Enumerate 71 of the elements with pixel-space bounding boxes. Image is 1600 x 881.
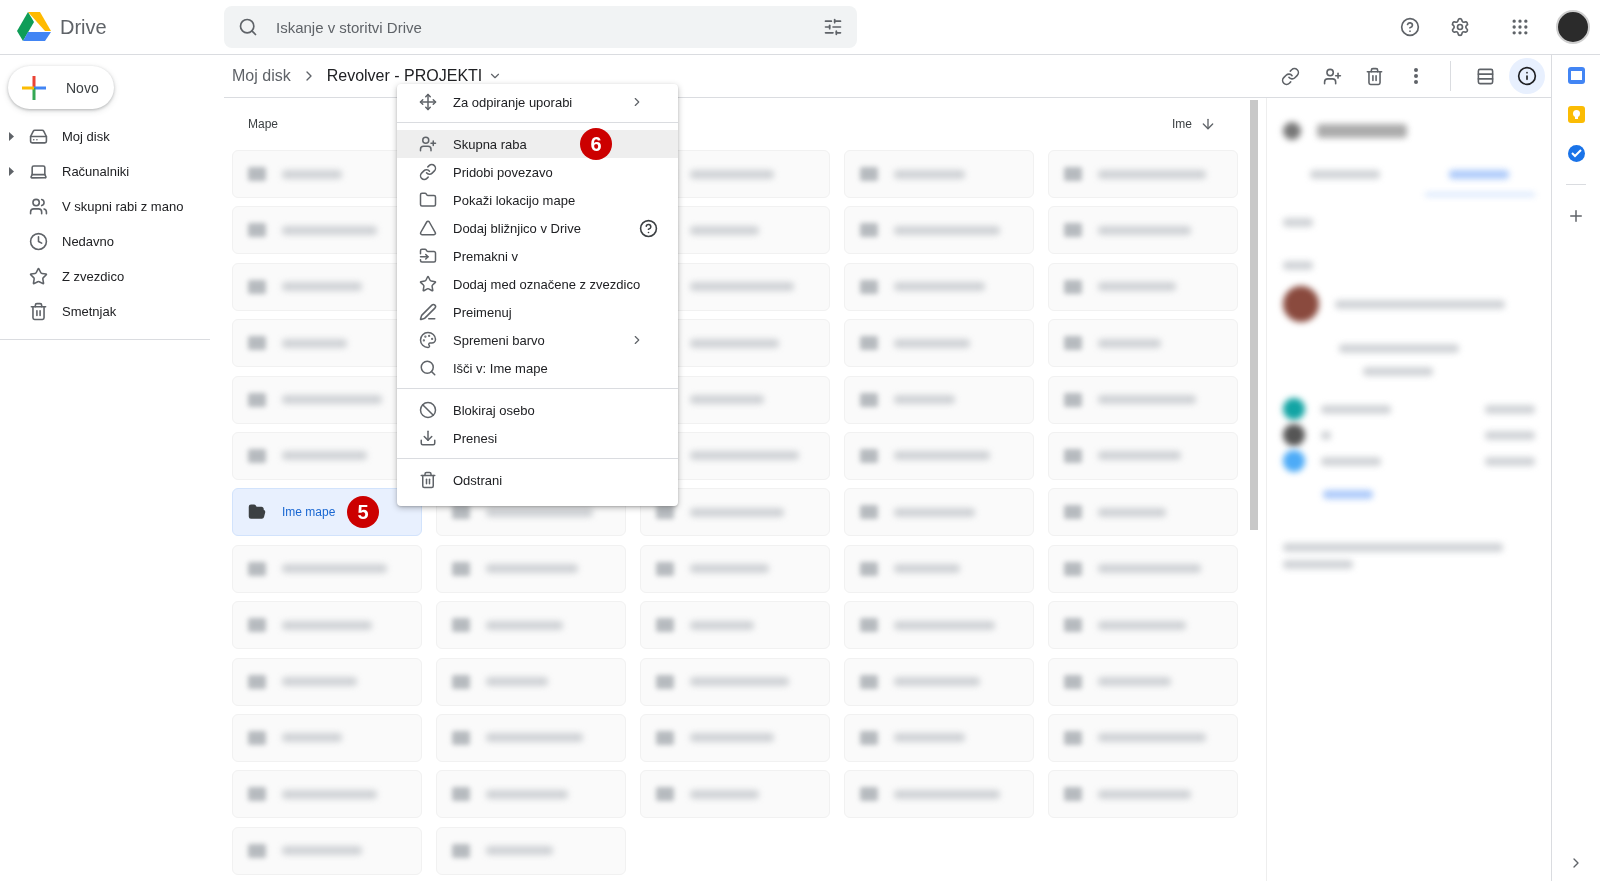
search-field[interactable]: Iskanje v storitvi Drive — [274, 17, 807, 37]
help-icon — [1400, 17, 1420, 37]
step-number: 5 — [347, 496, 379, 529]
trash-icon — [419, 471, 437, 489]
caret-icon[interactable] — [9, 167, 15, 176]
search-icon — [238, 17, 258, 37]
breadcrumb-link[interactable]: Revolver - PROJEKTI — [326, 67, 483, 85]
trash-icon — [1364, 66, 1384, 86]
menu-item[interactable]: Dodaj med označene z zvezdico — [397, 270, 678, 298]
list-icon — [1475, 66, 1495, 86]
sidebar-item[interactable]: Z zvezdico — [0, 259, 210, 294]
settings-icon — [1450, 17, 1470, 37]
download-icon — [419, 429, 437, 447]
add-person-icon — [1322, 66, 1342, 86]
avatar[interactable] — [1556, 10, 1590, 44]
section-heading: Mape — [248, 117, 279, 131]
scrollbar[interactable] — [1250, 100, 1258, 530]
caret-icon[interactable] — [9, 132, 15, 141]
pen-icon — [419, 303, 437, 321]
drive-icon — [29, 127, 48, 146]
add-icon[interactable] — [1567, 207, 1585, 225]
menu-item[interactable]: Blokiraj osebo — [397, 396, 678, 424]
menu-item[interactable]: Spremeni barvo — [397, 326, 678, 354]
menu-item[interactable]: Pridobi povezavo — [397, 158, 678, 186]
folder-arrow-icon — [419, 247, 437, 265]
menu-item[interactable]: Premakni v — [397, 242, 678, 270]
palette-icon — [419, 331, 437, 349]
sidebar-item[interactable]: Računalniki — [0, 154, 210, 189]
triangle-icon — [419, 219, 437, 237]
drive-logo-icon — [17, 12, 51, 42]
menu-item[interactable]: Skupna raba 6 — [397, 130, 678, 158]
link-icon — [1280, 66, 1300, 86]
step-number: 6 — [580, 128, 612, 160]
filter-icon[interactable] — [823, 17, 843, 37]
search-icon — [419, 359, 437, 377]
sort-button[interactable]: Ime — [1168, 112, 1220, 136]
ban-icon — [419, 401, 437, 419]
calendar-icon[interactable] — [1567, 67, 1585, 84]
menu-item[interactable]: Prenesi — [397, 424, 678, 452]
help-icon[interactable] — [639, 218, 658, 238]
info-icon — [1517, 66, 1537, 86]
laptop-icon — [29, 162, 48, 181]
breadcrumb-link[interactable]: Moj disk — [232, 67, 291, 85]
move-icon — [419, 93, 437, 111]
menu-item[interactable]: Za odpiranje uporabi — [397, 88, 678, 116]
trash-icon — [29, 302, 48, 321]
star-icon — [419, 275, 437, 293]
folder-tile[interactable]: Ime mape 5 — [232, 488, 422, 537]
star-icon — [29, 267, 48, 286]
sidebar-item[interactable]: Moj disk — [0, 119, 210, 154]
sidebar-item[interactable]: V skupni rabi z mano — [0, 189, 210, 224]
menu-item[interactable]: Preimenuj — [397, 298, 678, 326]
more-icon — [1414, 68, 1418, 84]
plus-icon — [22, 75, 46, 100]
new-button[interactable]: Novo — [8, 66, 114, 109]
search-bar[interactable]: Iskanje v storitvi Drive — [224, 6, 857, 48]
clock-icon — [29, 232, 48, 251]
add-person-icon — [419, 135, 437, 153]
folder-icon — [419, 191, 437, 209]
menu-item[interactable]: Dodaj bližnjico v Drive — [397, 214, 678, 242]
people-icon — [29, 197, 48, 216]
menu-item[interactable]: Išči v: Ime mape — [397, 354, 678, 382]
check-icon[interactable] — [1567, 145, 1585, 162]
app-name: Drive — [60, 15, 107, 39]
sidebar-item[interactable]: Smetnjak — [0, 294, 210, 329]
info-button[interactable] — [1509, 58, 1545, 94]
link-icon — [419, 163, 437, 181]
grid-icon — [1510, 17, 1530, 37]
sidebar-item[interactable]: Nedavno — [0, 224, 210, 259]
menu-item[interactable]: Pokaži lokacijo mape — [397, 186, 678, 214]
shared-folder-icon — [248, 503, 266, 522]
